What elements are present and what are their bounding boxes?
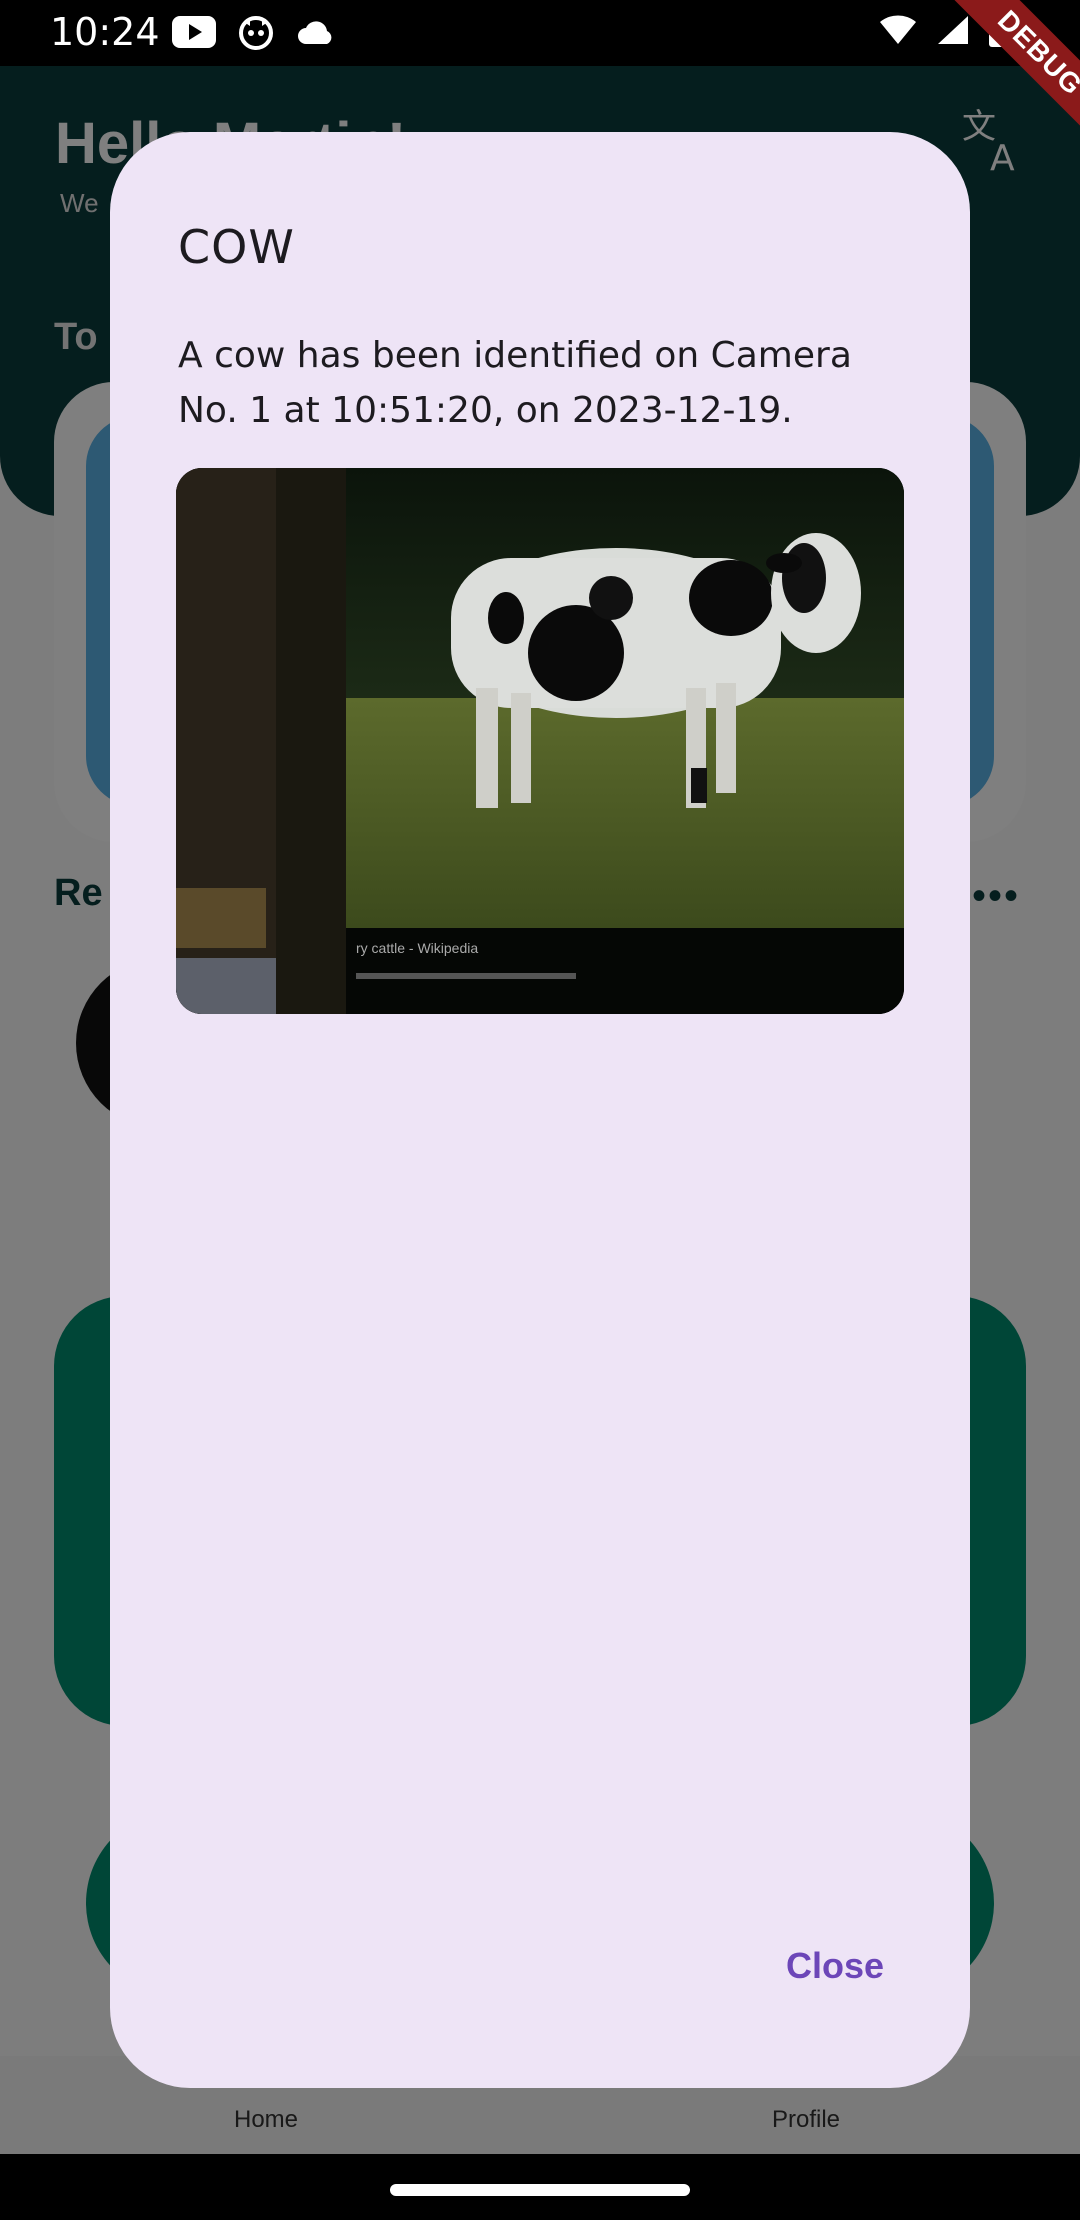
cloud-icon xyxy=(298,21,332,44)
youtube-icon xyxy=(172,16,216,48)
detection-dialog: COW A cow has been identified on Camera … xyxy=(110,132,970,2088)
cat-face-icon xyxy=(239,16,273,50)
wifi-icon xyxy=(880,15,916,45)
detection-photo: ry cattle - Wikipedia xyxy=(176,468,904,1014)
dialog-message: A cow has been identified on Camera No. … xyxy=(178,335,852,431)
status-bar: 10:24 xyxy=(0,0,1080,66)
signal-icon xyxy=(938,16,968,44)
close-button[interactable]: Close xyxy=(750,1926,920,2006)
status-time: 10:24 xyxy=(50,10,160,54)
photo-caption: ry cattle - Wikipedia xyxy=(356,940,478,956)
dialog-title: COW xyxy=(178,220,295,274)
cow-photo-image: ry cattle - Wikipedia xyxy=(176,468,904,1014)
gesture-handle[interactable] xyxy=(390,2184,690,2196)
